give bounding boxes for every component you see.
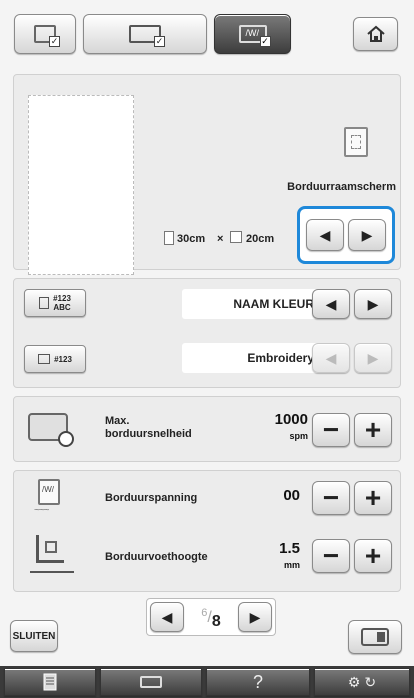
page-current: 6 xyxy=(201,607,208,619)
thread-color-prev-button[interactable]: ◀ xyxy=(312,289,350,319)
footer-bar: ? ⚙ ↻ xyxy=(0,666,414,698)
home-button[interactable] xyxy=(353,17,398,51)
frame-width-icon xyxy=(164,231,174,245)
foot-height-minus-button[interactable]: − xyxy=(312,539,350,573)
max-speed-label-line1: Max. xyxy=(105,415,130,427)
thread-display-panel: #123 ABC NAAM KLEUR ◀ ▶ #123 Embroidery … xyxy=(13,278,401,388)
page-prev-button[interactable]: ◀ xyxy=(150,602,184,632)
frame-next-button[interactable]: ▶ xyxy=(348,219,386,251)
minus-icon: − xyxy=(322,482,340,513)
machine-icon xyxy=(361,628,389,646)
right-arrow-icon: ▶ xyxy=(367,349,379,366)
presser-foot-icon xyxy=(36,535,64,563)
machine-view-button[interactable] xyxy=(348,620,402,654)
tab-general-settings[interactable]: ✓ xyxy=(14,14,76,54)
plus-icon: + xyxy=(364,414,382,445)
tension-label: Borduurspanning xyxy=(105,492,198,504)
footer-settings-button[interactable]: ⚙ ↻ xyxy=(314,668,410,696)
right-arrow-icon: ▶ xyxy=(249,608,261,625)
frame-height-value: 20cm xyxy=(246,233,275,245)
left-arrow-icon: ◀ xyxy=(319,226,331,243)
footer-document-button[interactable] xyxy=(4,668,96,696)
tab-sewing-settings[interactable]: ✓ xyxy=(83,14,207,54)
thread-brand-prev-button[interactable]: ◀ xyxy=(312,343,350,373)
spool-icon xyxy=(39,297,50,309)
machine-speed-icon xyxy=(28,413,74,447)
embroidery-settings-icon: /W/ ✓ xyxy=(238,25,271,47)
frame-width-value: 30cm xyxy=(177,233,206,245)
max-speed-plus-button[interactable]: + xyxy=(354,413,392,447)
tension-wave-icon: ~~~ xyxy=(34,505,50,516)
right-arrow-icon: ▶ xyxy=(367,295,379,312)
foot-height-plus-button[interactable]: + xyxy=(354,539,392,573)
settings-refresh-icon: ⚙ ↻ xyxy=(347,673,377,690)
footer-help-button[interactable]: ? xyxy=(206,668,310,696)
page-indicator: 6 / 8 xyxy=(188,604,234,632)
home-icon xyxy=(366,25,385,42)
thread-brand-next-button[interactable]: ▶ xyxy=(354,343,392,373)
left-arrow-icon: ◀ xyxy=(161,608,173,625)
page-total: 8 xyxy=(211,613,221,630)
right-arrow-icon: ▶ xyxy=(361,226,373,243)
page-next-button[interactable]: ▶ xyxy=(238,602,272,632)
sewing-settings-icon: ✓ xyxy=(129,25,165,47)
machine-icon xyxy=(140,676,162,688)
tension-value: 00 xyxy=(283,487,300,504)
max-speed-label-line2: borduursnelheid xyxy=(105,428,192,440)
close-button[interactable]: SLUITEN xyxy=(10,620,58,652)
max-speed-unit: spm xyxy=(289,431,308,441)
tension-plus-button[interactable]: + xyxy=(354,481,392,515)
frame-preview xyxy=(28,95,134,275)
foot-height-value: 1.5 xyxy=(279,540,300,557)
plus-icon: + xyxy=(364,482,382,513)
left-arrow-icon: ◀ xyxy=(325,295,337,312)
thread-code-icon-top: #123 ABC xyxy=(24,289,86,317)
frame-icon xyxy=(344,127,368,157)
frame-height-icon xyxy=(230,231,242,243)
tension-foot-panel: /W/ ~~~ Borduurspanning 00 − + Borduurvo… xyxy=(13,470,401,592)
thread-color-name-value: NAAM KLEUR xyxy=(182,289,320,319)
thread-code-icon-bottom: #123 xyxy=(24,345,86,373)
left-arrow-icon: ◀ xyxy=(325,349,337,366)
document-icon xyxy=(43,673,57,691)
thread-brand-value: Embroidery xyxy=(182,343,320,373)
minus-icon: − xyxy=(322,540,340,571)
tension-minus-button[interactable]: − xyxy=(312,481,350,515)
plus-icon: + xyxy=(364,540,382,571)
thread-color-next-button[interactable]: ▶ xyxy=(354,289,392,319)
tension-icon: /W/ xyxy=(38,479,60,505)
help-icon: ? xyxy=(252,671,263,692)
embroidery-settings-screen: ✓ ✓ /W/ ✓ Borduurraamscherm 30cm × 20cm xyxy=(0,0,414,698)
foot-height-label: Borduurvoethoogte xyxy=(105,551,208,563)
max-speed-panel: Max. borduursnelheid 1000 spm − + xyxy=(13,396,401,462)
foot-height-unit: mm xyxy=(283,560,300,570)
max-speed-minus-button[interactable]: − xyxy=(312,413,350,447)
tab-embroidery-settings[interactable]: /W/ ✓ xyxy=(214,14,291,54)
frame-times-symbol: × xyxy=(217,233,224,245)
max-speed-value: 1000 xyxy=(274,411,308,428)
frame-display-label: Borduurraamscherm xyxy=(287,181,396,193)
minus-icon: − xyxy=(322,414,340,445)
spool-icon xyxy=(38,354,51,364)
foot-baseline-icon xyxy=(30,571,74,573)
frame-display-panel: Borduurraamscherm 30cm × 20cm ◀ ▶ xyxy=(13,74,401,275)
frame-prev-button[interactable]: ◀ xyxy=(306,219,344,251)
book-settings-icon: ✓ xyxy=(34,25,60,47)
footer-machine-button[interactable] xyxy=(100,668,202,696)
